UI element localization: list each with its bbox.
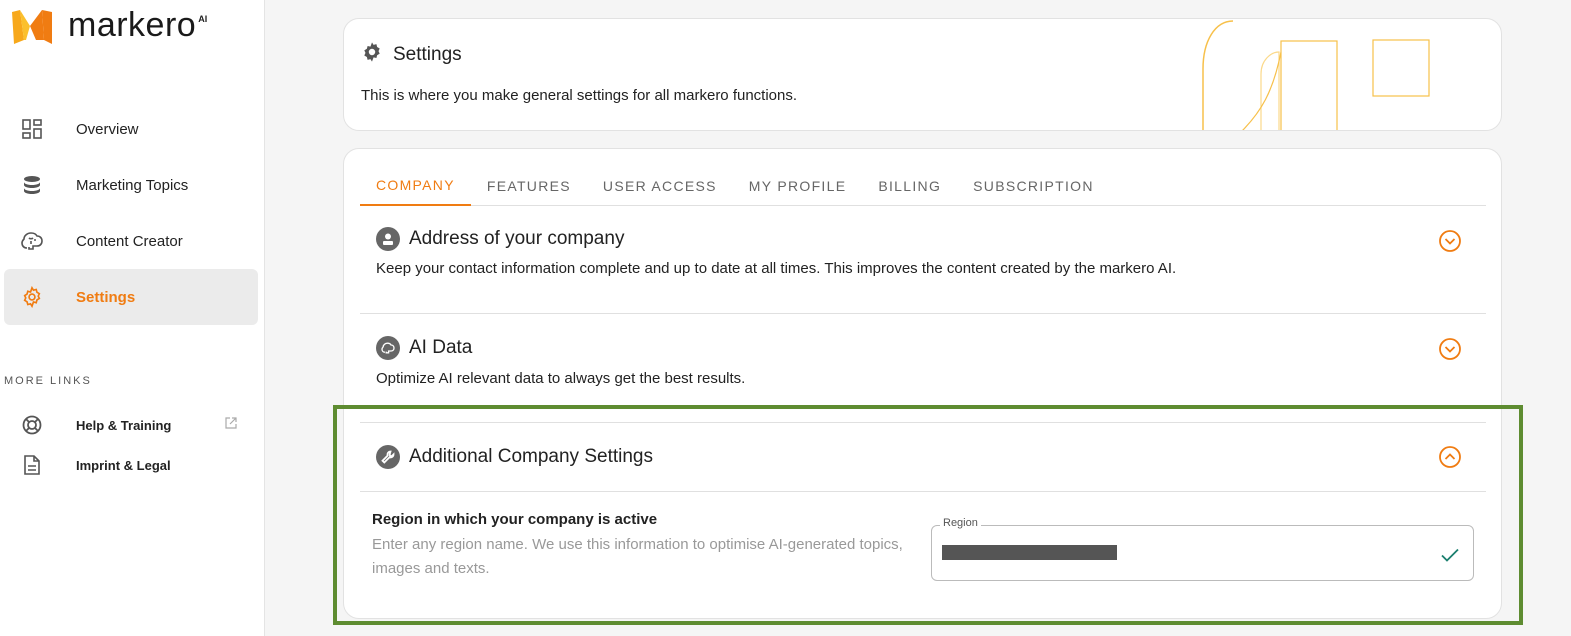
- decorative-graphic: [1202, 20, 1430, 130]
- section-description: Optimize AI relevant data to always get …: [376, 370, 746, 387]
- wrench-icon: [376, 445, 400, 469]
- section-title-text: Additional Company Settings: [409, 446, 653, 467]
- dashboard-icon: [20, 117, 44, 141]
- page-title-text: Settings: [393, 43, 462, 65]
- sidebar-item-overview[interactable]: Overview: [4, 101, 258, 157]
- sidebar-item-label: Content Creator: [76, 232, 183, 250]
- section-title: Address of your company: [376, 227, 624, 251]
- document-icon: [20, 453, 44, 477]
- tab-billing[interactable]: BILLING: [862, 165, 957, 206]
- region-field-label: Region: [940, 517, 981, 529]
- section-title-text: Address of your company: [409, 228, 625, 249]
- link-label: Help & Training: [76, 417, 172, 433]
- page-title: Settings: [361, 41, 462, 68]
- tab-company[interactable]: COMPANY: [360, 165, 471, 206]
- section-title: AI Data: [376, 336, 472, 360]
- person-icon: [376, 227, 400, 251]
- section-description: Keep your contact information complete a…: [376, 260, 1177, 277]
- chevron-down-icon[interactable]: [1438, 229, 1462, 253]
- ai-data-section[interactable]: AI Data Optimize AI relevant data to alw…: [360, 314, 1486, 422]
- page-description: This is where you make general settings …: [361, 87, 798, 104]
- tab-user-access[interactable]: USER ACCESS: [587, 165, 733, 206]
- sidebar-item-marketing-topics[interactable]: Marketing Topics: [4, 157, 258, 213]
- settings-header-card: Settings This is where you make general …: [343, 18, 1502, 131]
- region-description: Enter any region name. We use this infor…: [372, 536, 903, 577]
- sidebar-item-label: Overview: [76, 120, 139, 138]
- brain-icon: [20, 229, 44, 253]
- more-links-list: Help & Training Imprint & Legal: [4, 405, 258, 485]
- markero-logo[interactable]: markero AI: [10, 6, 207, 46]
- additional-settings-section[interactable]: Additional Company Settings: [360, 423, 1486, 491]
- region-value-redacted[interactable]: [942, 545, 1117, 560]
- tab-features[interactable]: FEATURES: [471, 165, 587, 206]
- link-imprint-legal[interactable]: Imprint & Legal: [4, 445, 258, 485]
- sidebar-item-content-creator[interactable]: Content Creator: [4, 213, 258, 269]
- chevron-down-icon[interactable]: [1438, 337, 1462, 361]
- link-label: Imprint & Legal: [76, 457, 171, 473]
- brain-icon: [376, 336, 400, 360]
- section-title: Additional Company Settings: [376, 445, 653, 469]
- section-title-text: AI Data: [409, 337, 473, 358]
- gear-icon: [20, 285, 44, 309]
- more-links-heading: MORE LINKS: [4, 375, 92, 387]
- sidebar-item-label: Marketing Topics: [76, 176, 189, 194]
- gear-icon: [361, 41, 383, 68]
- brand-suffix: AI: [198, 14, 208, 24]
- checkmark-icon: [1441, 548, 1459, 562]
- link-help-training[interactable]: Help & Training: [4, 405, 258, 445]
- region-title: Region in which your company is active: [372, 511, 658, 528]
- region-field[interactable]: Region: [931, 517, 1474, 581]
- brand-name: markero: [68, 6, 197, 44]
- database-icon: [20, 173, 44, 197]
- address-section[interactable]: Address of your company Keep your contac…: [360, 207, 1486, 313]
- sidebar: markero AI Overview Marketing Topics Con…: [0, 0, 265, 636]
- sidebar-nav: Overview Marketing Topics Content Creato…: [4, 101, 258, 325]
- markero-logo-mark: [12, 10, 52, 44]
- settings-main-card: COMPANY FEATURES USER ACCESS MY PROFILE …: [343, 148, 1502, 619]
- lifebuoy-icon: [20, 413, 44, 437]
- sidebar-item-settings[interactable]: Settings: [4, 269, 258, 325]
- chevron-up-icon[interactable]: [1438, 445, 1462, 469]
- sidebar-item-label: Settings: [76, 288, 136, 306]
- settings-tabs: COMPANY FEATURES USER ACCESS MY PROFILE …: [360, 165, 1486, 206]
- external-link-icon: [225, 416, 237, 434]
- tab-subscription[interactable]: SUBSCRIPTION: [957, 165, 1110, 206]
- divider: [360, 491, 1486, 492]
- tab-my-profile[interactable]: MY PROFILE: [733, 165, 863, 206]
